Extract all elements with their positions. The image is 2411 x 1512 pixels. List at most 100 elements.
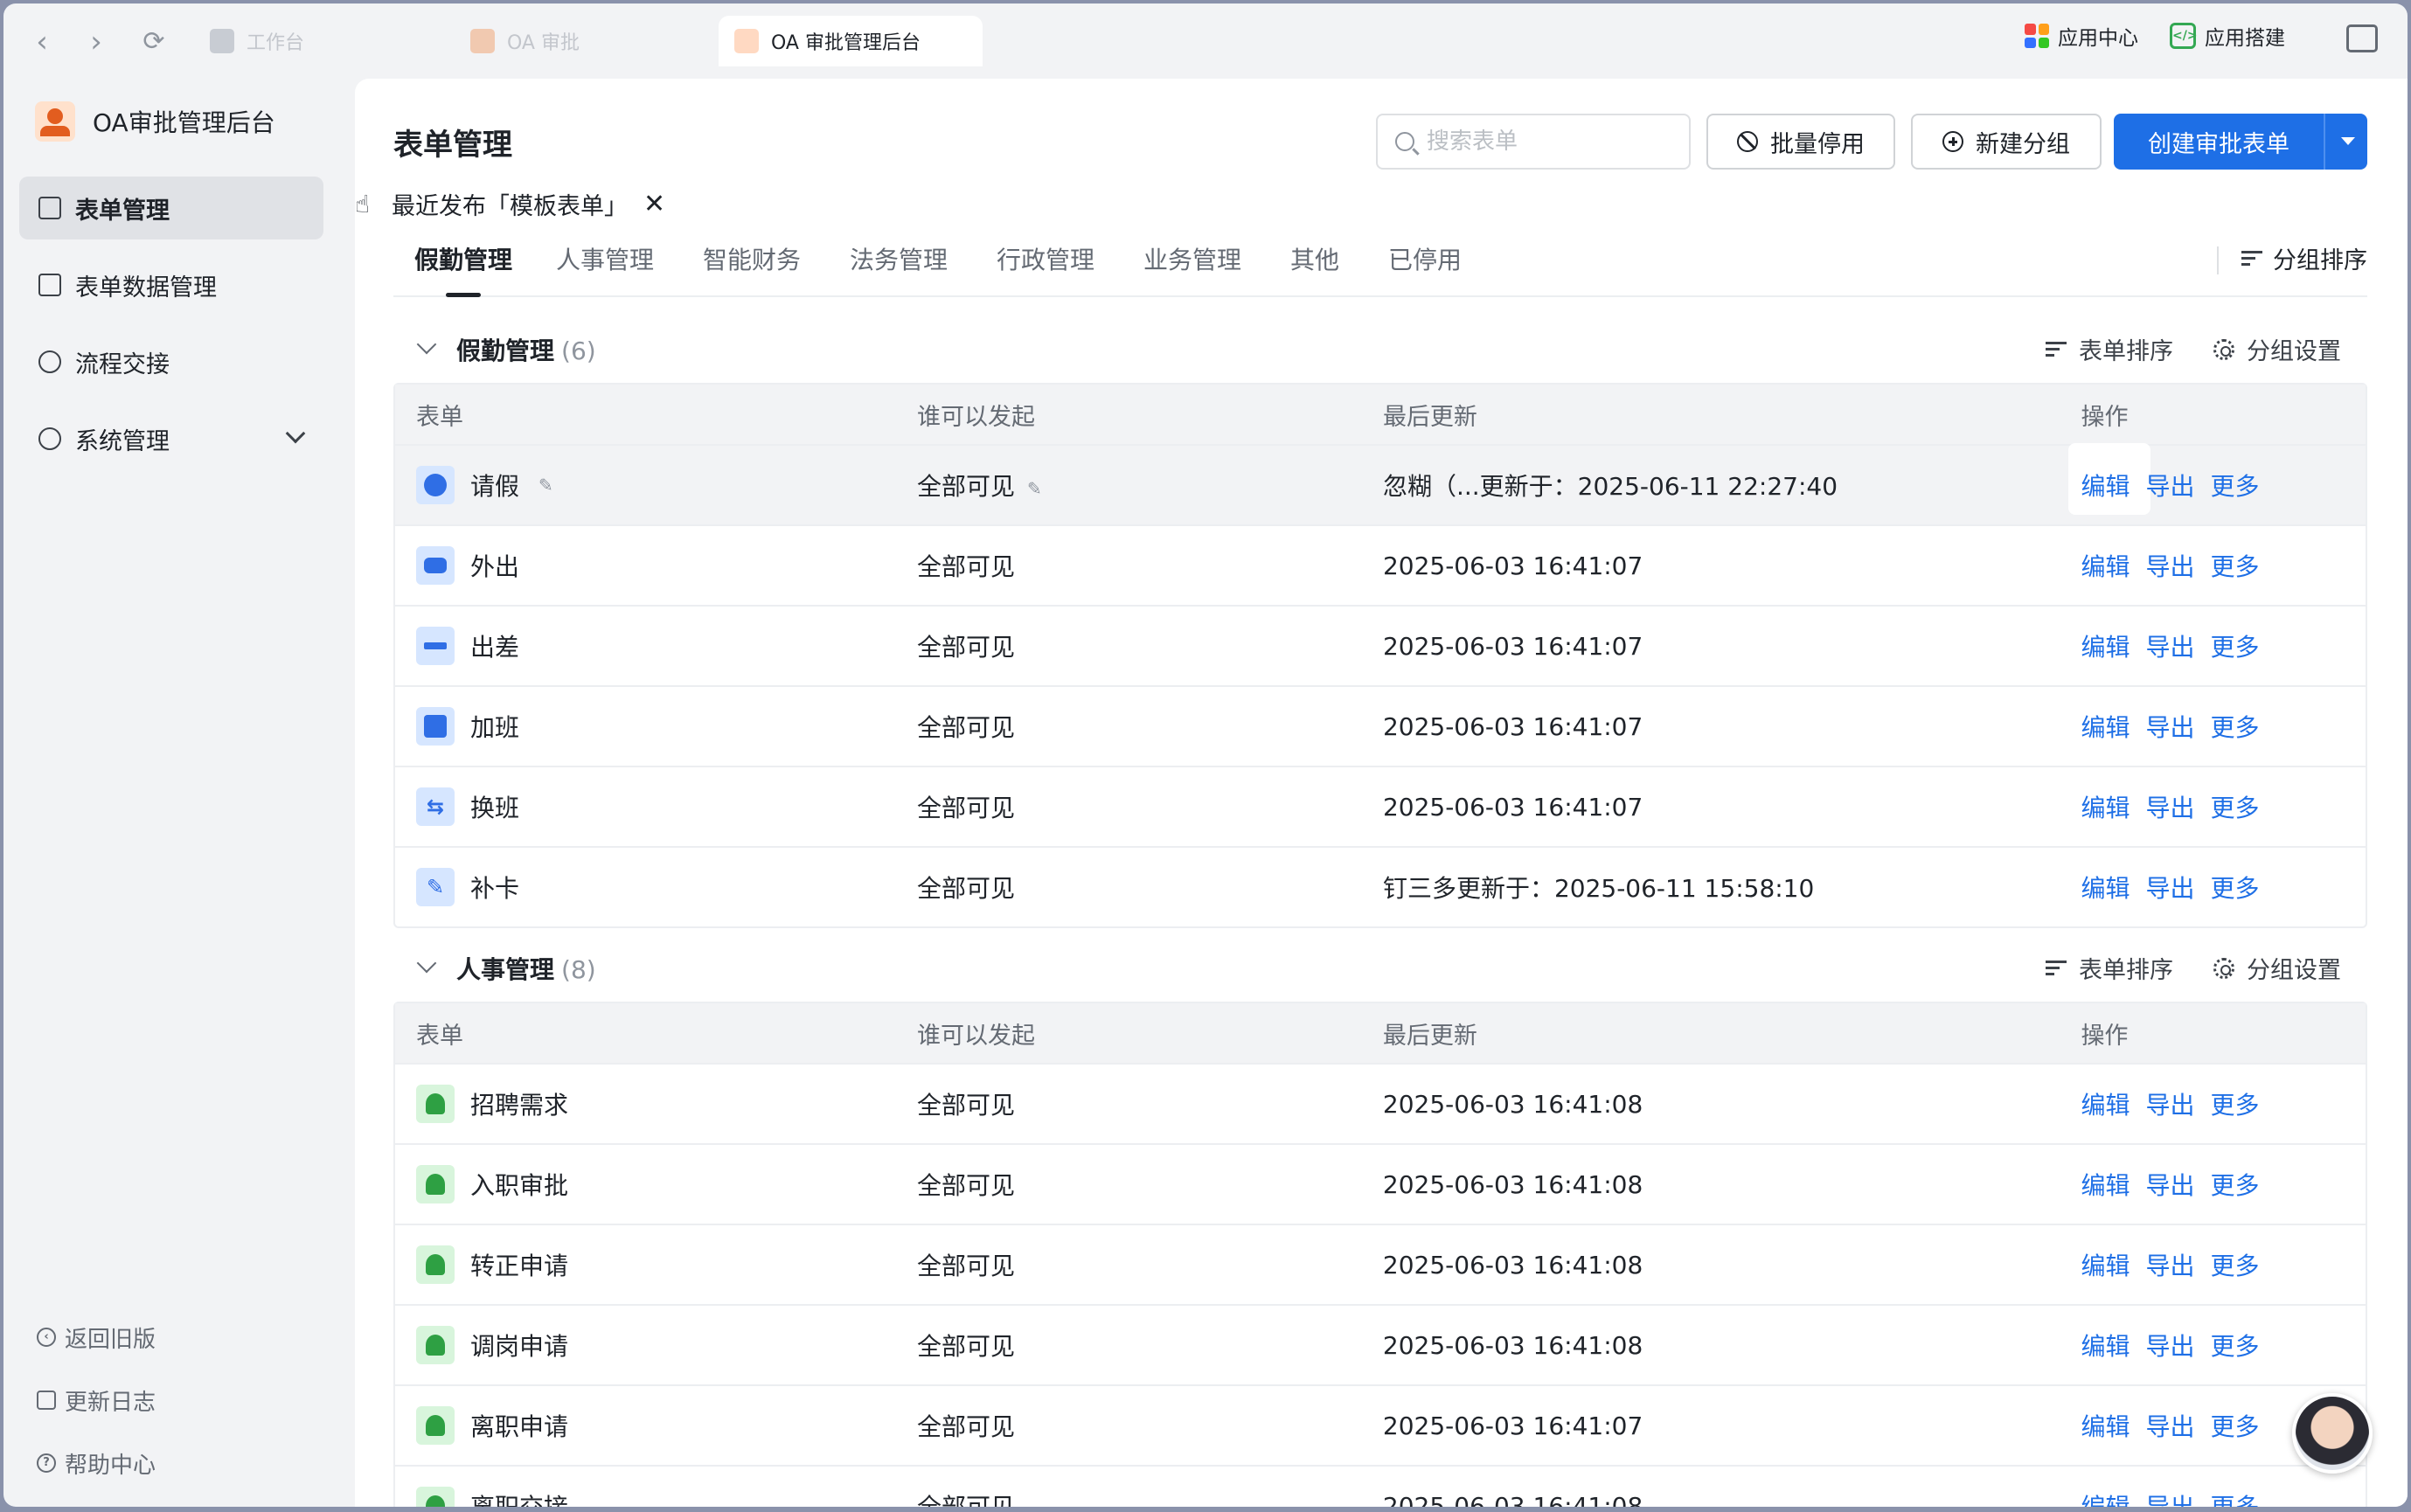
table-row[interactable]: 离职交接 全部可见 2025-06-03 16:41:08 编辑导出更多 (395, 1465, 2366, 1507)
new-window-icon[interactable] (2346, 24, 2378, 52)
create-form-dropdown[interactable] (2324, 114, 2367, 170)
pencil-icon[interactable]: ✎ (1027, 478, 1042, 499)
edit-link[interactable]: 编辑 (2068, 443, 2151, 515)
table-row[interactable]: ✎ 补卡 全部可见 钉三多更新于：2025-06-11 15:58:10 编辑 导出… (395, 846, 2366, 926)
back-old-version-link[interactable]: ‹ 返回旧版 (37, 1306, 156, 1369)
edit-link[interactable]: 编辑 (2081, 1247, 2130, 1282)
chevron-down-icon[interactable] (416, 334, 437, 355)
edit-link[interactable]: 编辑 (2081, 1086, 2130, 1121)
group-count: (6) (561, 336, 596, 365)
visibility: 全部可见 (896, 846, 1362, 926)
browser-bar: ‹ › ⟳ 工作台 OA 审批 OA 审批管理后台 应用中心 </> 应用搭建 (3, 3, 2408, 75)
col-header-updated: 最后更新 (1361, 385, 2060, 444)
tab-workspace[interactable]: 工作台 (194, 16, 448, 66)
app-build-link[interactable]: </> 应用搭建 (2170, 21, 2285, 51)
export-link[interactable]: 导出 (2145, 1328, 2194, 1363)
export-link[interactable]: 导出 (2145, 548, 2194, 583)
group-count: (8) (561, 955, 596, 984)
col-header-ops: 操作 (2060, 385, 2366, 444)
search-input[interactable] (1427, 128, 1663, 155)
table-row[interactable]: 出差 全部可见 2025-06-03 16:41:07 编辑 导出 更多 (395, 605, 2366, 685)
back-arrow-icon[interactable]: ‹ (23, 23, 61, 61)
edit-link[interactable]: 编辑 (2081, 548, 2130, 583)
tab-business[interactable]: 业务管理 (1143, 241, 1241, 294)
tab-finance[interactable]: 智能财务 (703, 241, 801, 294)
more-link[interactable]: 更多 (2210, 1328, 2259, 1363)
help-center-link[interactable]: ? 帮助中心 (37, 1432, 156, 1495)
table-row[interactable]: 离职申请 全部可见 2025-06-03 16:41:07 编辑 导出 更多 (395, 1384, 2366, 1465)
more-link[interactable]: 更多 (2210, 548, 2259, 583)
sidebar-menu: 表单管理 表单数据管理 流程交接 系统管理 (19, 177, 323, 484)
close-icon[interactable]: ✕ (643, 189, 665, 219)
tab-oa[interactable]: OA 审批 (455, 16, 717, 66)
batch-disable-button[interactable]: 批量停用 (1706, 114, 1895, 170)
more-link[interactable]: 更多 (2210, 789, 2259, 824)
tab-disabled[interactable]: 已停用 (1388, 241, 1462, 294)
form-name: 请假 (470, 472, 520, 501)
export-link[interactable]: 导出 (2145, 628, 2194, 663)
tab-hr[interactable]: 人事管理 (556, 241, 654, 294)
chevron-down-icon[interactable] (416, 953, 437, 974)
sidebar-item-handover[interactable]: 流程交接 (19, 330, 323, 393)
group-settings-button[interactable]: 分组设置 (2213, 951, 2341, 985)
more-link[interactable]: 更多 (2210, 1408, 2259, 1443)
table-row[interactable]: ⇆ 换班 全部可见 2025-06-03 16:41:07 编辑 导出 更多 (395, 766, 2366, 846)
sidebar-item-form-management[interactable]: 表单管理 (19, 177, 323, 239)
edit-link[interactable]: 编辑 (2081, 1408, 2130, 1443)
create-form-button[interactable]: 创建审批表单 (2114, 114, 2324, 170)
sidebar-item-form-data[interactable]: 表单数据管理 (19, 253, 323, 316)
oa-icon (470, 29, 495, 53)
form-sort-button[interactable]: 表单排序 (2046, 951, 2173, 985)
edit-link[interactable]: 编辑 (2081, 1488, 2130, 1507)
export-link[interactable]: 导出 (2145, 1408, 2194, 1443)
group-sort-button[interactable]: 分组排序 (2217, 241, 2367, 275)
export-link[interactable]: 导出 (2145, 1488, 2194, 1507)
export-link[interactable]: 导出 (2145, 870, 2194, 905)
edit-link[interactable]: 编辑 (2081, 789, 2130, 824)
search-box[interactable] (1376, 114, 1691, 170)
table-row[interactable]: 调岗申请 全部可见 2025-06-03 16:41:08 编辑 导出 更多 (395, 1304, 2366, 1384)
edit-link[interactable]: 编辑 (2081, 1328, 2130, 1363)
more-link[interactable]: 更多 (2210, 1086, 2259, 1121)
edit-link[interactable]: 编辑 (2081, 1167, 2130, 1202)
export-link[interactable]: 导出 (2145, 1167, 2194, 1202)
edit-link[interactable]: 编辑 (2081, 628, 2130, 663)
more-link[interactable]: 更多 (2210, 870, 2259, 905)
pencil-icon[interactable]: ✎ (538, 475, 553, 496)
changelog-link[interactable]: 更新日志 (37, 1369, 156, 1432)
table-row[interactable]: 转正申请 全部可见 2025-06-03 16:41:08 编辑 导出 更多 (395, 1224, 2366, 1304)
form-name: 招聘需求 (470, 1091, 569, 1120)
export-link[interactable]: 导出 (2145, 468, 2194, 503)
forward-arrow-icon[interactable]: › (77, 23, 115, 61)
export-link[interactable]: 导出 (2145, 709, 2194, 744)
assistant-avatar[interactable] (2292, 1393, 2373, 1474)
more-link[interactable]: 更多 (2210, 1167, 2259, 1202)
tab-admin[interactable]: 行政管理 (997, 241, 1094, 294)
tab-leave[interactable]: 假勤管理 (414, 241, 512, 297)
more-link[interactable]: 更多 (2210, 1247, 2259, 1282)
export-link[interactable]: 导出 (2145, 1086, 2194, 1121)
form-sort-button[interactable]: 表单排序 (2046, 332, 2173, 366)
table-row[interactable]: 入职审批 全部可见 2025-06-03 16:41:08 编辑 导出 更多 (395, 1143, 2366, 1224)
tab-other[interactable]: 其他 (1290, 241, 1339, 294)
table-row[interactable]: 招聘需求 全部可见 2025-06-03 16:41:08 编辑 导出 更多 (395, 1063, 2366, 1143)
sidebar-item-system[interactable]: 系统管理 (19, 407, 323, 470)
more-link[interactable]: 更多 (2210, 468, 2259, 503)
more-link[interactable]: 更多 (2210, 709, 2259, 744)
table-row[interactable]: 加班 全部可见 2025-06-03 16:41:07 编辑 导出 更多 (395, 685, 2366, 766)
tab-oa-admin[interactable]: OA 审批管理后台 (719, 16, 983, 66)
refresh-icon[interactable]: ⟳ (135, 23, 173, 61)
new-group-button[interactable]: 新建分组 (1911, 114, 2102, 170)
help-icon: ? (37, 1453, 56, 1473)
export-link[interactable]: 导出 (2145, 1247, 2194, 1282)
more-link[interactable]: 更多 (2210, 628, 2259, 663)
edit-link[interactable]: 编辑 (2081, 870, 2130, 905)
export-link[interactable]: 导出 (2145, 789, 2194, 824)
edit-link[interactable]: 编辑 (2081, 709, 2130, 744)
app-center-link[interactable]: 应用中心 (2025, 21, 2138, 51)
tab-legal[interactable]: 法务管理 (850, 241, 948, 294)
more-link[interactable]: 更多 (2210, 1488, 2259, 1507)
table-row[interactable]: 外出 全部可见 2025-06-03 16:41:07 编辑 导出 更多 (395, 524, 2366, 605)
table-row[interactable]: 请假 ✎ 全部可见 ✎ 忽糊（...更新于：2025-06-11 22:27:40 … (395, 443, 2366, 524)
group-settings-button[interactable]: 分组设置 (2213, 332, 2341, 366)
